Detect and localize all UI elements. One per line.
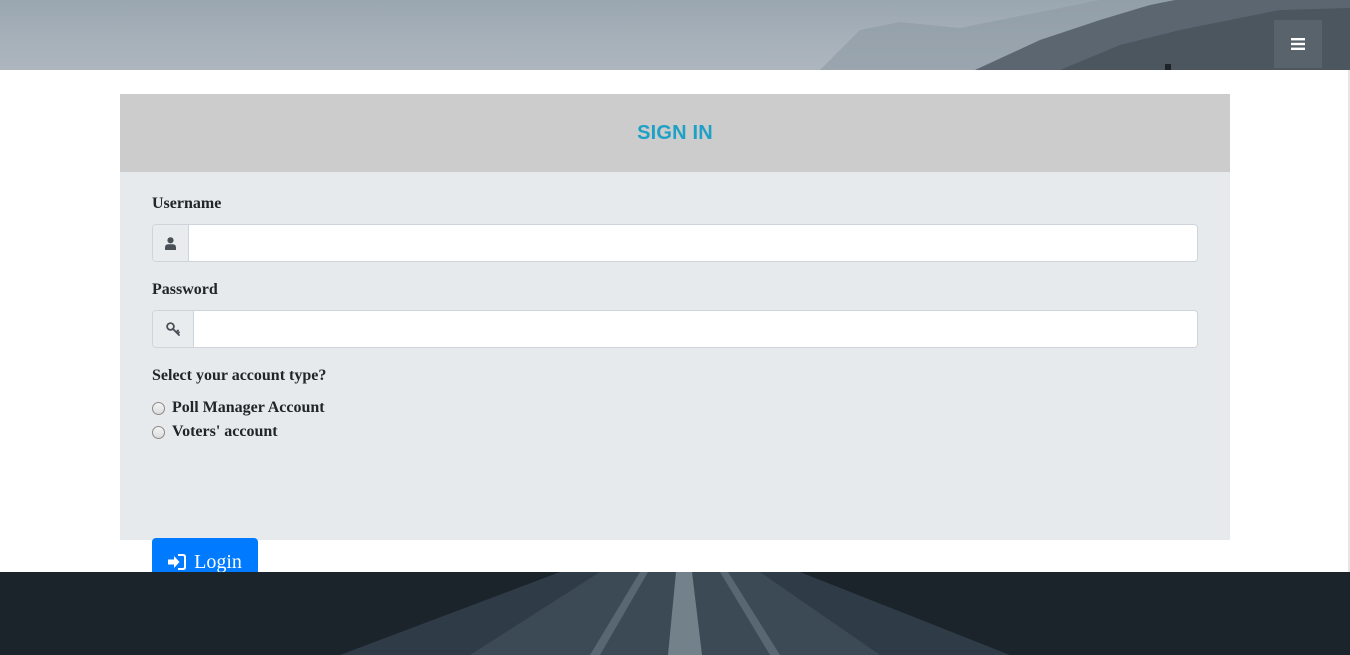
username-input-group: [152, 224, 1198, 262]
top-banner-image: [0, 0, 1350, 70]
account-type-option-voter[interactable]: Voters' account: [152, 423, 278, 441]
hamburger-menu-icon: [1291, 38, 1305, 50]
sign-in-icon: [168, 554, 187, 570]
user-icon: [153, 225, 189, 261]
key-icon: [153, 311, 194, 347]
signin-title: SIGN IN: [637, 121, 713, 144]
password-input[interactable]: [194, 311, 1197, 347]
voter-label: Voters' account: [172, 423, 278, 440]
poll-manager-radio[interactable]: [152, 401, 165, 415]
mountain-backdrop: [820, 0, 1350, 70]
password-label: Password: [152, 281, 218, 298]
poll-manager-label: Poll Manager Account: [172, 399, 325, 416]
bottom-banner-image: [0, 572, 1350, 655]
login-button-label: Login: [194, 550, 242, 573]
signin-card: SIGN IN Username Password Select your ac…: [120, 94, 1230, 586]
username-label: Username: [152, 195, 222, 212]
menu-toggle-button[interactable]: [1274, 20, 1322, 68]
account-type-option-poll-manager[interactable]: Poll Manager Account: [152, 399, 325, 417]
road-backdrop: [340, 572, 1010, 655]
password-input-group: [152, 310, 1198, 348]
signin-card-header: SIGN IN: [120, 94, 1230, 172]
voter-radio[interactable]: [152, 425, 165, 439]
account-type-question: Select your account type?: [152, 367, 327, 384]
username-input[interactable]: [189, 225, 1197, 261]
